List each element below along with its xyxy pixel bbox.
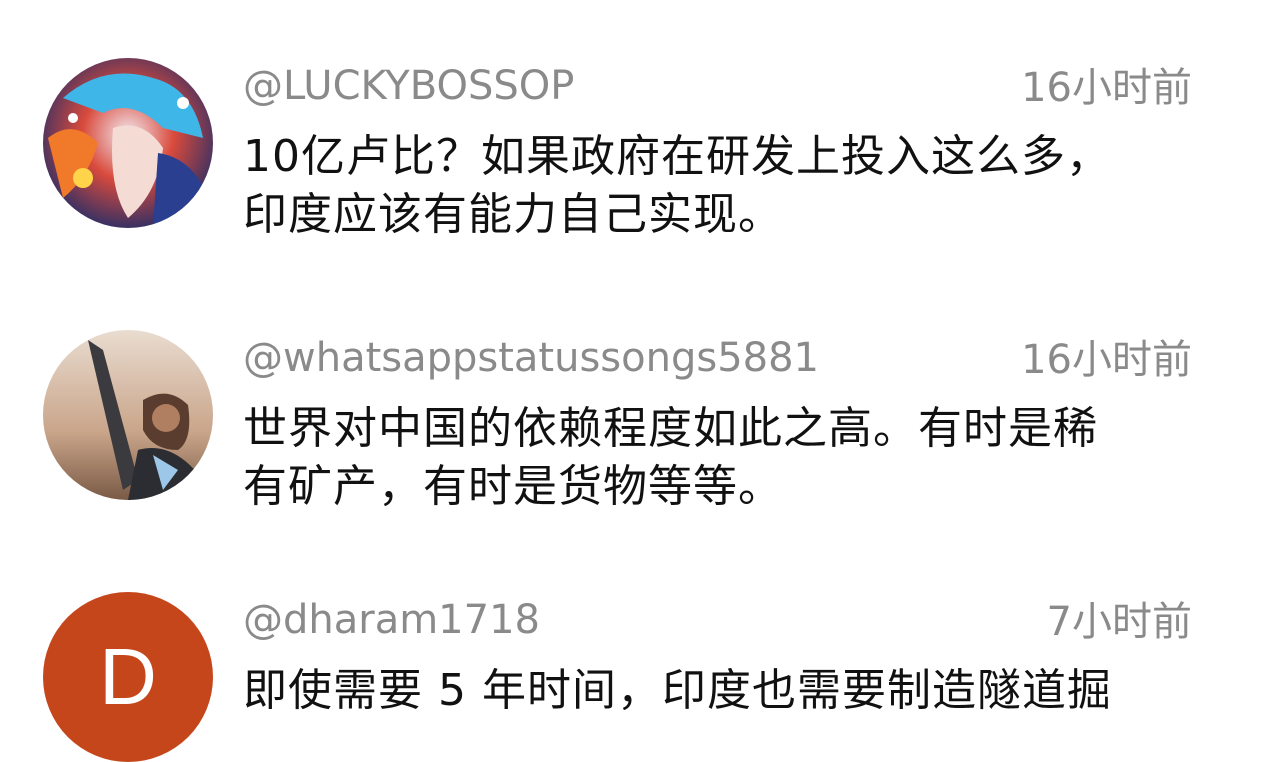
comment-text: 即使需要 5 年时间，印度也需要制造隧道掘 [243,662,1203,720]
hero-avatar-image [43,330,213,500]
comment-text-line: 印度应该有能力自己实现。 [243,189,783,240]
comment-username[interactable]: @dharam1718 [243,596,540,644]
anime-avatar-image [43,58,213,228]
comment-list: @LUCKYBOSSOP 16小时前 10亿卢比？如果政府在研发上投入这么多， … [0,0,1280,762]
avatar[interactable]: D [43,592,213,762]
comment-text: 10亿卢比？如果政府在研发上投入这么多， 印度应该有能力自己实现。 [243,128,1203,244]
comment-timestamp: 16小时前 [1021,65,1192,111]
avatar[interactable] [43,330,213,500]
avatar[interactable] [43,58,213,228]
comment-text-line: 即使需要 5 年时间，印度也需要制造隧道掘 [243,665,1112,716]
comment-text-line: 有矿产，有时是货物等等。 [243,461,783,512]
comment-username[interactable]: @LUCKYBOSSOP [243,62,574,110]
comment-timestamp: 7小时前 [1046,599,1192,645]
comment-text-line: 10亿卢比？如果政府在研发上投入这么多， [243,131,1111,182]
comment-text-line: 世界对中国的依赖程度如此之高。有时是稀 [243,403,1098,454]
comment-text: 世界对中国的依赖程度如此之高。有时是稀 有矿产，有时是货物等等。 [243,400,1203,516]
comment-username[interactable]: @whatsappstatussongs5881 [243,334,819,382]
comment-timestamp: 16小时前 [1021,337,1192,383]
